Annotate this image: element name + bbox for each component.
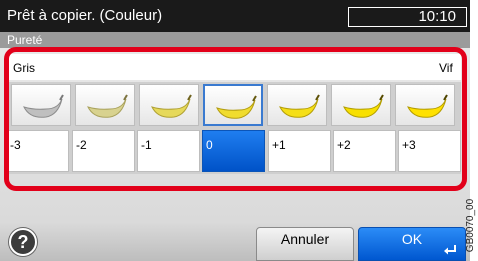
help-button[interactable]: ? <box>9 228 37 256</box>
level-icon-cell[interactable] <box>75 84 135 126</box>
banana-icon <box>151 94 192 118</box>
level-label: +1 <box>272 138 286 152</box>
banana-icon <box>407 94 448 118</box>
level-button[interactable]: +3 <box>398 130 461 172</box>
scale-left-label: Gris <box>13 61 35 75</box>
level-button[interactable]: -2 <box>72 130 135 172</box>
level-button[interactable]: +2 <box>333 130 396 172</box>
copier-screen: Prêt à copier. (Couleur) 10:10 Pureté Gr… <box>0 0 478 261</box>
enter-icon <box>444 245 456 255</box>
clock-text: 10:10 <box>418 8 456 25</box>
banana-icon <box>216 95 257 119</box>
help-icon: ? <box>17 232 29 252</box>
status-text: Prêt à copier. (Couleur) <box>7 7 163 24</box>
level-label: +2 <box>337 138 351 152</box>
banana-icon <box>343 94 384 118</box>
banana-icon <box>87 94 128 118</box>
banana-icon <box>23 94 64 118</box>
level-icon-cell-selected[interactable] <box>203 84 263 126</box>
level-label: -1 <box>141 138 152 152</box>
scale-header: Gris Vif <box>9 54 461 80</box>
level-icon-cell[interactable] <box>11 84 71 126</box>
level-button-selected[interactable]: 0 <box>202 130 265 172</box>
figure-code-text: GB0070_00 <box>465 198 477 253</box>
banana-icon <box>279 94 320 118</box>
level-label: -2 <box>76 138 87 152</box>
clock: 10:10 <box>348 7 467 27</box>
level-button[interactable]: -3 <box>9 130 69 172</box>
level-icon-cell[interactable] <box>331 84 391 126</box>
saturation-value-row: -3 -2 -1 0 +1 +2 +3 <box>9 128 461 174</box>
level-label: 0 <box>206 138 213 152</box>
level-button[interactable]: +1 <box>268 130 331 172</box>
level-icon-cell[interactable] <box>139 84 199 126</box>
ok-label: OK <box>401 231 423 247</box>
level-icon-cell[interactable] <box>395 84 455 126</box>
level-label: +3 <box>402 138 416 152</box>
scale-right-label: Vif <box>439 61 453 75</box>
level-icon-cell[interactable] <box>267 84 327 126</box>
level-button[interactable]: -1 <box>137 130 200 172</box>
page-title: Pureté <box>0 32 470 48</box>
level-label: -3 <box>10 138 21 152</box>
status-bar: Prêt à copier. (Couleur) 10:10 <box>0 0 470 32</box>
cancel-button[interactable]: Annuler <box>256 227 354 261</box>
figure-code: GB0070_00 <box>465 198 478 260</box>
saturation-icon-row <box>9 82 461 128</box>
ok-button[interactable]: OK <box>358 227 466 261</box>
